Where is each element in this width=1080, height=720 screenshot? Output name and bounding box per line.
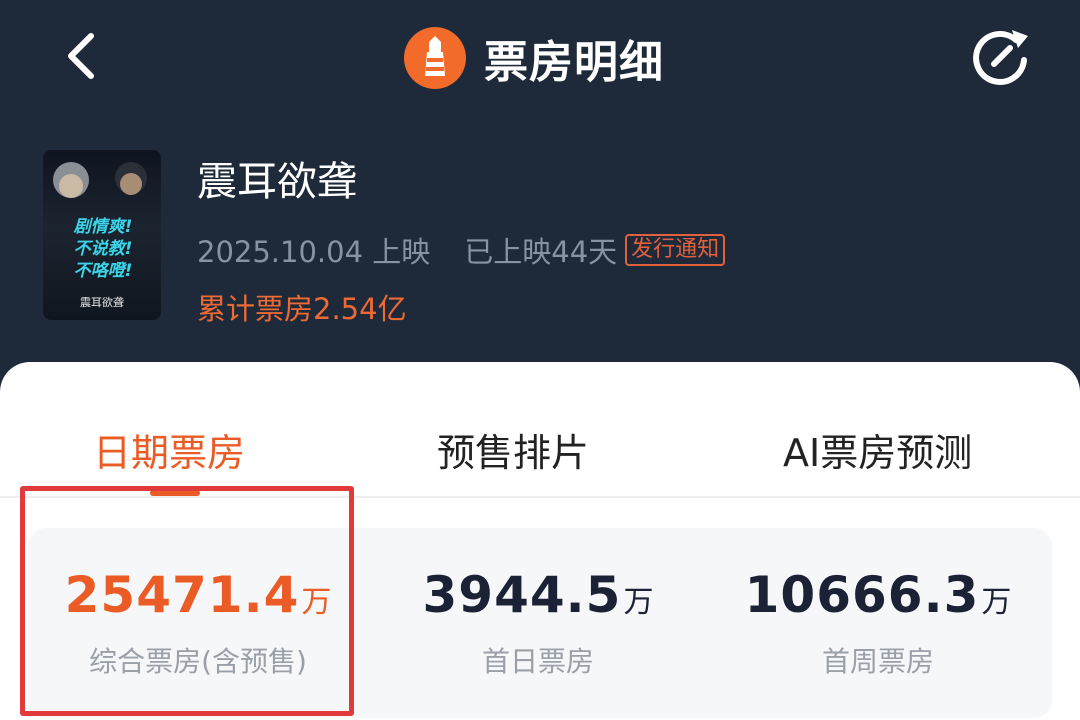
movie-title: 震耳欲聋: [197, 159, 357, 205]
back-button[interactable]: [52, 28, 108, 84]
stat-total-label: 综合票房(含预售): [89, 645, 307, 678]
stat-first-week: 10666.3万 首周票房: [708, 566, 1048, 680]
title-wrap: 票房明细: [404, 26, 664, 90]
poster-image: [53, 162, 147, 198]
poster-title: 震耳欲聋: [80, 296, 124, 309]
stat-first-day-value: 3944.5: [422, 566, 622, 624]
stat-first-week-label: 首周票房: [821, 645, 934, 678]
stat-first-day-label: 首日票房: [481, 645, 594, 678]
tab-active-indicator: [150, 490, 200, 496]
release-date: 2025.10.04 上映: [197, 235, 431, 269]
movie-poster[interactable]: 剧情爽! 不说教! 不咯噔! 震耳欲聋: [43, 150, 161, 320]
days-released: 已上映44天: [464, 235, 618, 269]
movie-info: 剧情爽! 不说教! 不咯噔! 震耳欲聋 震耳欲聋 2025.10.04 上映 已…: [0, 140, 1080, 340]
tab-daily-box-office[interactable]: 日期票房: [93, 422, 245, 477]
stat-first-week-value: 10666.3: [744, 566, 980, 624]
refresh-button[interactable]: [968, 24, 1034, 90]
tab-presale-schedule[interactable]: 预售排片: [437, 422, 589, 477]
stat-total-unit: 万: [301, 585, 332, 620]
stats-panel: 25471.4万 综合票房(含预售) 3944.5万 首日票房 10666.3万…: [28, 528, 1052, 718]
lighthouse-logo-icon: [404, 27, 466, 89]
tab-bar: 日期票房 预售排片 AI票房预测: [0, 362, 1080, 498]
stat-total-value: 25471.4: [64, 566, 300, 624]
release-notice-badge[interactable]: 发行通知: [625, 234, 726, 266]
share-refresh-icon: [973, 30, 1028, 85]
poster-slogan: 剧情爽! 不说教! 不咯噔!: [73, 217, 133, 281]
header: 票房明细: [0, 0, 1080, 120]
chevron-left-icon: [68, 33, 94, 79]
stat-first-day-unit: 万: [623, 585, 654, 620]
stat-first-week-unit: 万: [981, 585, 1012, 620]
stat-total: 25471.4万 综合票房(含预售): [28, 566, 368, 680]
movie-meta: 2025.10.04 上映 已上映44天 发行通知: [197, 230, 726, 270]
box-office-card: 日期票房 预售排片 AI票房预测 25471.4万 综合票房(含预售) 3944…: [0, 362, 1080, 720]
page-title: 票房明细: [484, 37, 664, 88]
stat-first-day: 3944.5万 首日票房: [368, 566, 708, 680]
tab-ai-forecast[interactable]: AI票房预测: [783, 422, 972, 477]
total-box-office: 累计票房2.54亿: [197, 292, 407, 326]
